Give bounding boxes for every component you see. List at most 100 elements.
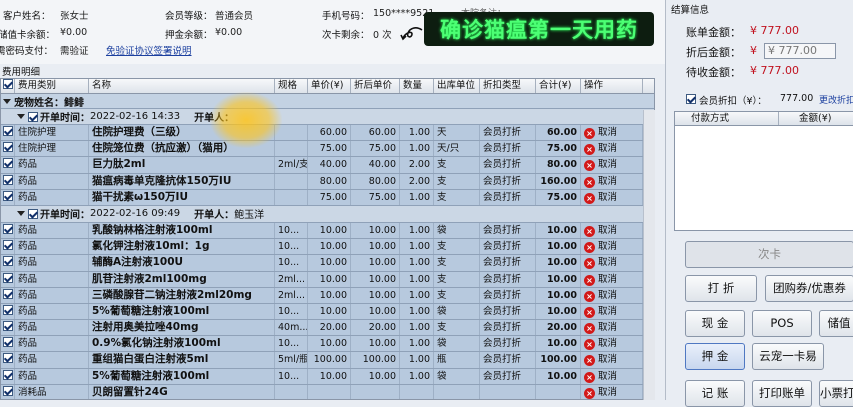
order-group-row[interactable]: 开单时间： 2022-02-16 09:49 开单人： 鲍玉洋 [1, 205, 654, 223]
discounted-amount-input[interactable]: ¥ 777.00 [764, 43, 836, 59]
cancel-icon[interactable]: × [584, 128, 595, 139]
cancel-link[interactable]: 取消 [598, 159, 617, 170]
row-checkbox[interactable] [3, 142, 13, 153]
row-checkbox[interactable] [3, 272, 13, 283]
cancel-link[interactable]: 取消 [598, 371, 617, 382]
stored-value-button[interactable]: 储值 [819, 310, 853, 337]
table-row[interactable]: 药品 5%葡萄糖注射液100ml 10... 10.00 10.00 1.00 袋会员打折 1… [1, 368, 654, 385]
row-select-cell[interactable] [1, 125, 15, 141]
cell-action[interactable]: × 取消 [581, 173, 643, 189]
table-row[interactable]: 药品 猫瘟病毒单克隆抗体150万IU 80.00 80.00 2.00 支会员打折 160.… [1, 173, 654, 190]
cell-action[interactable]: × 取消 [581, 287, 643, 303]
cancel-link[interactable]: 取消 [598, 257, 617, 268]
table-row[interactable]: 消耗品 贝朗留置针24G × 取消 [1, 384, 654, 399]
cancel-icon[interactable]: × [584, 323, 595, 335]
row-checkbox[interactable] [3, 126, 13, 136]
row-select-cell[interactable] [1, 222, 15, 239]
cell-action[interactable]: × 取消 [581, 368, 643, 384]
cell-action[interactable]: × 取消 [581, 352, 643, 368]
row-select-cell[interactable] [1, 368, 15, 384]
row-select-cell[interactable] [1, 141, 15, 157]
times-card-button[interactable]: 次卡 [685, 241, 853, 268]
cell-action[interactable]: × 取消 [581, 320, 643, 336]
cancel-link[interactable]: 取消 [598, 127, 617, 138]
row-select-cell[interactable] [1, 189, 15, 205]
cancel-icon[interactable]: × [584, 192, 595, 204]
table-row[interactable]: 药品 辅酶A注射液100U 10... 10.00 10.00 1.00 支会员打折 10.0… [1, 255, 654, 272]
row-select-cell[interactable] [1, 384, 15, 399]
table-row[interactable]: 药品 5%葡萄糖注射液100ml 10... 10.00 10.00 1.00 袋会员打折 1… [1, 303, 654, 321]
select-all-checkbox[interactable] [3, 79, 13, 89]
cancel-icon[interactable]: × [584, 290, 595, 302]
cancel-link[interactable]: 取消 [598, 387, 617, 398]
cell-action[interactable]: × 取消 [581, 336, 643, 352]
cancel-link[interactable]: 取消 [598, 354, 617, 365]
cell-action[interactable]: × 取消 [581, 222, 643, 239]
table-row[interactable]: 药品 0.9%氯化钠注射液100ml 10... 10.00 10.00 1.00 袋会员打… [1, 336, 654, 353]
discount-button[interactable]: 打 折 [685, 275, 757, 302]
cancel-icon[interactable]: × [584, 242, 595, 254]
row-checkbox[interactable] [3, 304, 13, 315]
cell-action[interactable]: × 取消 [581, 125, 643, 141]
row-checkbox[interactable] [3, 240, 13, 251]
row-select-cell[interactable] [1, 320, 15, 336]
table-row[interactable]: 药品 注射用奥美拉唑40mg 40m... 20.00 20.00 1.00 支会员打折 20… [1, 320, 654, 337]
cancel-icon[interactable]: × [584, 225, 595, 237]
cell-action[interactable]: × 取消 [581, 303, 643, 320]
cancel-link[interactable]: 取消 [598, 306, 617, 317]
cell-action[interactable]: × 取消 [581, 141, 643, 157]
table-row[interactable]: 药品 乳酸钠林格注射液100ml 10... 10.00 10.00 1.00 袋会员打折 1… [1, 222, 654, 240]
collapse-icon[interactable] [17, 211, 25, 217]
cancel-icon[interactable]: × [584, 160, 595, 172]
order-checkbox[interactable] [28, 111, 38, 122]
cancel-link[interactable]: 取消 [598, 176, 617, 187]
member-discount-checkbox[interactable] [686, 94, 696, 104]
cancel-icon[interactable]: × [584, 176, 595, 188]
row-select-cell[interactable] [1, 287, 15, 303]
pet-group-row[interactable]: 宠物姓名： 鲱鲱 [1, 94, 654, 109]
cancel-icon[interactable]: × [584, 371, 595, 383]
cell-action[interactable]: × 取消 [581, 239, 643, 255]
cancel-link[interactable]: 取消 [598, 274, 617, 285]
row-checkbox[interactable] [3, 256, 13, 267]
row-checkbox[interactable] [3, 321, 13, 332]
order-checkbox[interactable] [28, 208, 38, 219]
table-row[interactable]: 药品 重组猫白蛋白注射液5ml 5ml/瓶 100.00 100.00 1.00 瓶会员打折… [1, 352, 654, 369]
row-select-cell[interactable] [1, 255, 15, 271]
credit-button[interactable]: 记 账 [685, 380, 745, 407]
cell-action[interactable]: × 取消 [581, 271, 643, 287]
table-row[interactable]: 药品 三磷酸腺苷二钠注射液2ml20mg 2ml... 10.00 10.00 1.00 支… [1, 287, 654, 304]
row-checkbox[interactable] [3, 174, 13, 185]
table-row[interactable]: 住院护理 住院护理费（三级） 60.00 60.00 1.00 天会员打折 60.00 × 取消 [1, 125, 654, 142]
table-row[interactable]: 药品 肌苷注射液2ml100mg 2ml... 10.00 10.00 1.00 支会员打折… [1, 271, 654, 288]
row-select-cell[interactable] [1, 271, 15, 287]
row-checkbox[interactable] [3, 337, 13, 348]
collapse-icon[interactable] [3, 98, 11, 104]
vertical-scrollbar[interactable] [643, 110, 655, 400]
cancel-link[interactable]: 取消 [598, 338, 617, 349]
table-row[interactable]: 药品 氯化钾注射液10ml：1g 10... 10.00 10.00 1.00 支会员打折 1… [1, 239, 654, 256]
cash-button[interactable]: 现 金 [685, 310, 745, 337]
cancel-icon[interactable]: × [584, 258, 595, 270]
cancel-link[interactable]: 取消 [598, 192, 617, 203]
row-checkbox[interactable] [3, 353, 13, 364]
row-select-cell[interactable] [1, 157, 15, 173]
row-select-cell[interactable] [1, 173, 15, 189]
cancel-icon[interactable]: × [584, 355, 595, 367]
cancel-link[interactable]: 取消 [598, 322, 617, 333]
row-select-cell[interactable] [1, 352, 15, 368]
cancel-link[interactable]: 取消 [598, 143, 617, 154]
collapse-icon[interactable] [17, 114, 25, 119]
protocol-link[interactable]: 免验证协议签署说明 [106, 43, 192, 57]
row-checkbox[interactable] [3, 190, 13, 201]
change-discount-link[interactable]: 更改折扣 [819, 93, 853, 106]
row-checkbox[interactable] [3, 223, 13, 234]
deposit-button[interactable]: 押 金 [685, 343, 745, 370]
row-select-cell[interactable] [1, 336, 15, 352]
cell-action[interactable]: × 取消 [581, 384, 643, 399]
cancel-icon[interactable]: × [584, 387, 595, 399]
cell-action[interactable]: × 取消 [581, 157, 643, 173]
cell-action[interactable]: × 取消 [581, 189, 643, 205]
pos-button[interactable]: POS [752, 310, 812, 337]
row-checkbox[interactable] [3, 385, 13, 396]
